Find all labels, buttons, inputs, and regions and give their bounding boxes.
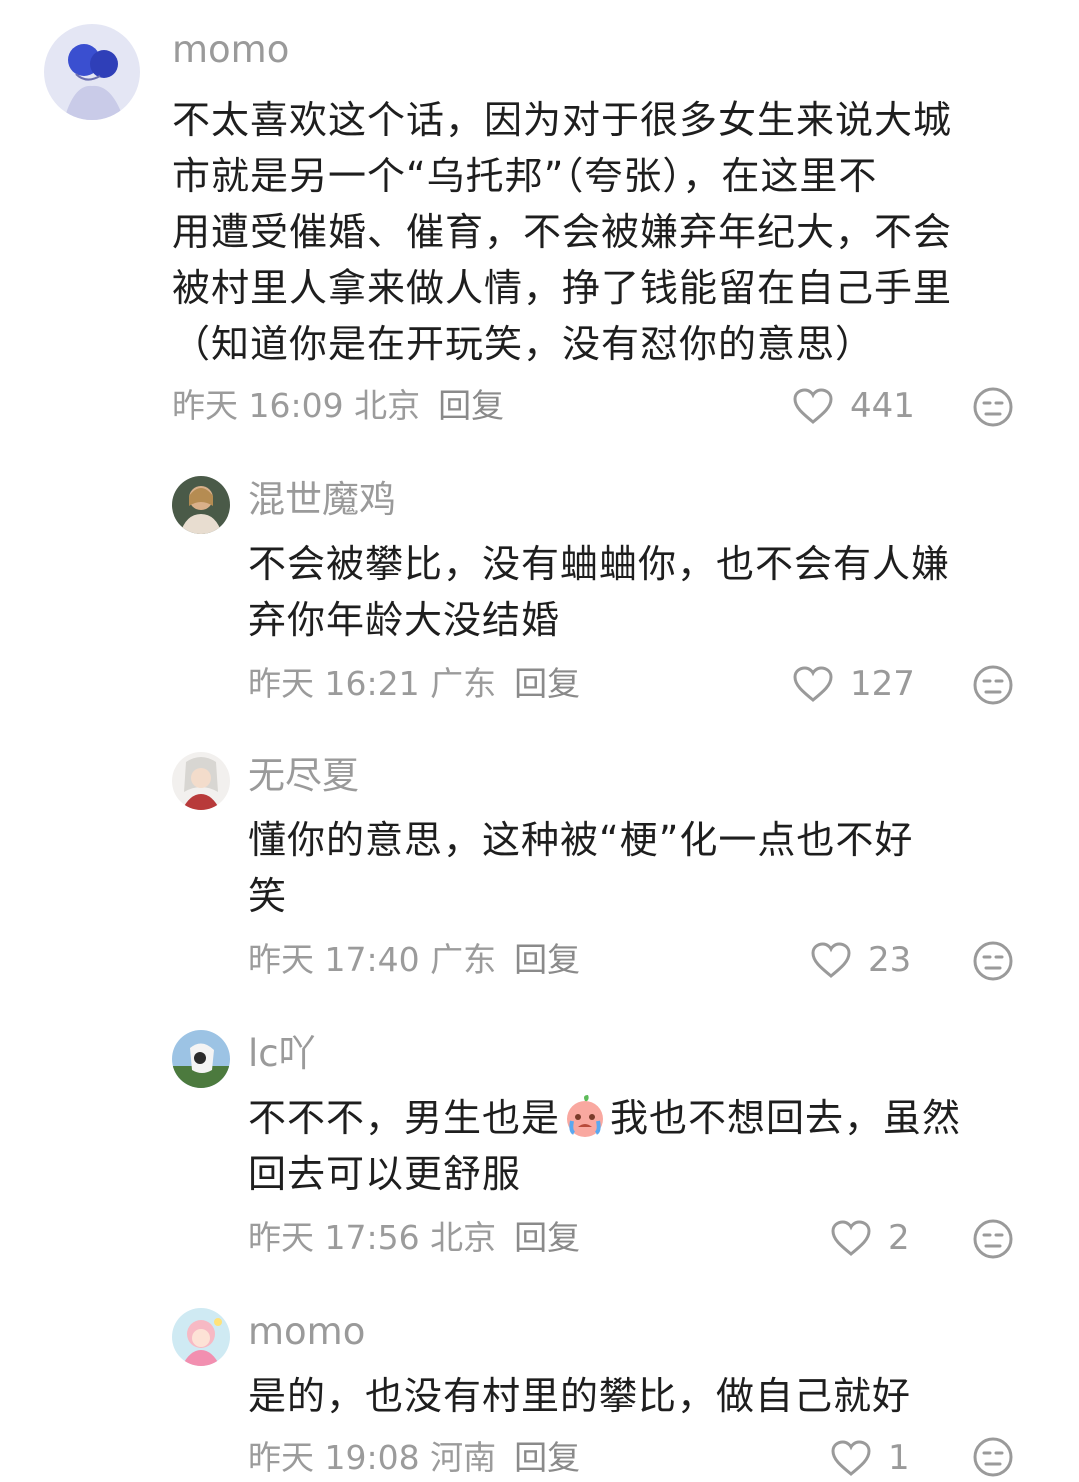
- crying-peach-emoji: [567, 1095, 604, 1137]
- comment-text-line: 回去可以更舒服: [248, 1152, 522, 1196]
- timestamp-location: 昨天 19:08 河南: [248, 1438, 497, 1477]
- like-count: 2: [888, 1218, 910, 1258]
- username[interactable]: 无尽夏: [248, 754, 359, 798]
- meh-face-icon[interactable]: [972, 1436, 1014, 1478]
- avatar[interactable]: [172, 1030, 230, 1088]
- like-count: 1: [888, 1438, 910, 1478]
- like-button[interactable]: 2: [830, 1216, 910, 1260]
- like-button[interactable]: 23: [810, 938, 911, 982]
- reply-button[interactable]: 回复: [514, 1218, 580, 1257]
- meh-face-icon[interactable]: [972, 386, 1014, 428]
- comment-text-line: 被村里人拿来做人情，挣了钱能留在自己手里: [172, 266, 953, 310]
- comment-meta: 昨天 16:09 北京 回复: [172, 386, 504, 426]
- avatar[interactable]: [172, 476, 230, 534]
- comment-text-line: （知道你是在开玩笑，没有怼你的意思）: [172, 322, 875, 366]
- meh-face-icon[interactable]: [972, 1218, 1014, 1260]
- username[interactable]: 混世魔鸡: [248, 478, 396, 522]
- comment-text-line: 不不不，男生也是 我也不想回去，虽然: [248, 1090, 961, 1146]
- heart-outline-icon: [793, 666, 833, 702]
- avatar[interactable]: [172, 752, 230, 810]
- comment-text-line: 是的，也没有村里的攀比，做自己就好: [248, 1374, 912, 1418]
- comment-text-line: 不会被攀比，没有蛐蛐你，也不会有人嫌: [248, 542, 951, 586]
- timestamp-location: 昨天 17:56 北京: [248, 1218, 497, 1257]
- avatar[interactable]: [172, 1308, 230, 1366]
- comment-text: 不太喜欢这个话，因为对于很多女生来说大城 市就是另一个“乌托邦”（夸张），在这里…: [172, 92, 952, 372]
- like-count: 441: [850, 386, 915, 426]
- comment-text-segment: 我也不想回去，虽然: [610, 1096, 962, 1140]
- comment-meta: 昨天 16:21 广东 回复: [248, 664, 580, 704]
- like-button[interactable]: 441: [792, 384, 915, 428]
- comment-text: 是的，也没有村里的攀比，做自己就好: [248, 1368, 911, 1424]
- reply-button[interactable]: 回复: [438, 386, 504, 425]
- heart-outline-icon: [811, 942, 851, 978]
- reply-button[interactable]: 回复: [514, 940, 580, 979]
- like-button[interactable]: 1: [830, 1436, 910, 1480]
- reply-button[interactable]: 回复: [514, 664, 580, 703]
- comment-text-line: 懂你的意思，这种被“梗”化一点也不好: [248, 818, 914, 862]
- comment-text-line: 弃你年龄大没结婚: [248, 598, 561, 642]
- username[interactable]: lc吖: [248, 1032, 316, 1076]
- timestamp-location: 昨天 17:40 广东: [248, 940, 497, 979]
- heart-outline-icon: [831, 1440, 871, 1476]
- like-button[interactable]: 127: [792, 662, 915, 706]
- comment-text-line: 笑: [248, 874, 288, 918]
- comment-text-line: 市就是另一个“乌托邦”（夸张），在这里不: [172, 154, 878, 198]
- timestamp-location: 昨天 16:21 广东: [248, 664, 497, 703]
- like-count: 23: [868, 940, 912, 980]
- comment-meta: 昨天 17:56 北京 回复: [248, 1218, 580, 1258]
- comment-text: 不不不，男生也是 我也不想回去，虽然 回去可以更舒服: [248, 1090, 961, 1202]
- comment-text-line: 用遭受催婚、催育，不会被嫌弃年纪大，不会: [172, 210, 953, 254]
- avatar[interactable]: [44, 24, 140, 120]
- reply-button[interactable]: 回复: [514, 1438, 580, 1477]
- comment-meta: 昨天 17:40 广东 回复: [248, 940, 580, 980]
- username[interactable]: momo: [172, 28, 289, 72]
- heart-outline-icon: [793, 388, 833, 424]
- timestamp-location: 昨天 16:09 北京: [172, 386, 421, 425]
- meh-face-icon[interactable]: [972, 664, 1014, 706]
- comment-text: 不会被攀比，没有蛐蛐你，也不会有人嫌 弃你年龄大没结婚: [248, 536, 950, 648]
- comment-text-line: 不太喜欢这个话，因为对于很多女生来说大城: [172, 98, 953, 142]
- username[interactable]: momo: [248, 1310, 365, 1354]
- comment-text-segment: 不不不，男生也是: [248, 1096, 561, 1140]
- meh-face-icon[interactable]: [972, 940, 1014, 982]
- comment-text: 懂你的意思，这种被“梗”化一点也不好 笑: [248, 812, 913, 924]
- like-count: 127: [850, 664, 915, 704]
- heart-outline-icon: [831, 1220, 871, 1256]
- comment-meta: 昨天 19:08 河南 回复: [248, 1438, 580, 1478]
